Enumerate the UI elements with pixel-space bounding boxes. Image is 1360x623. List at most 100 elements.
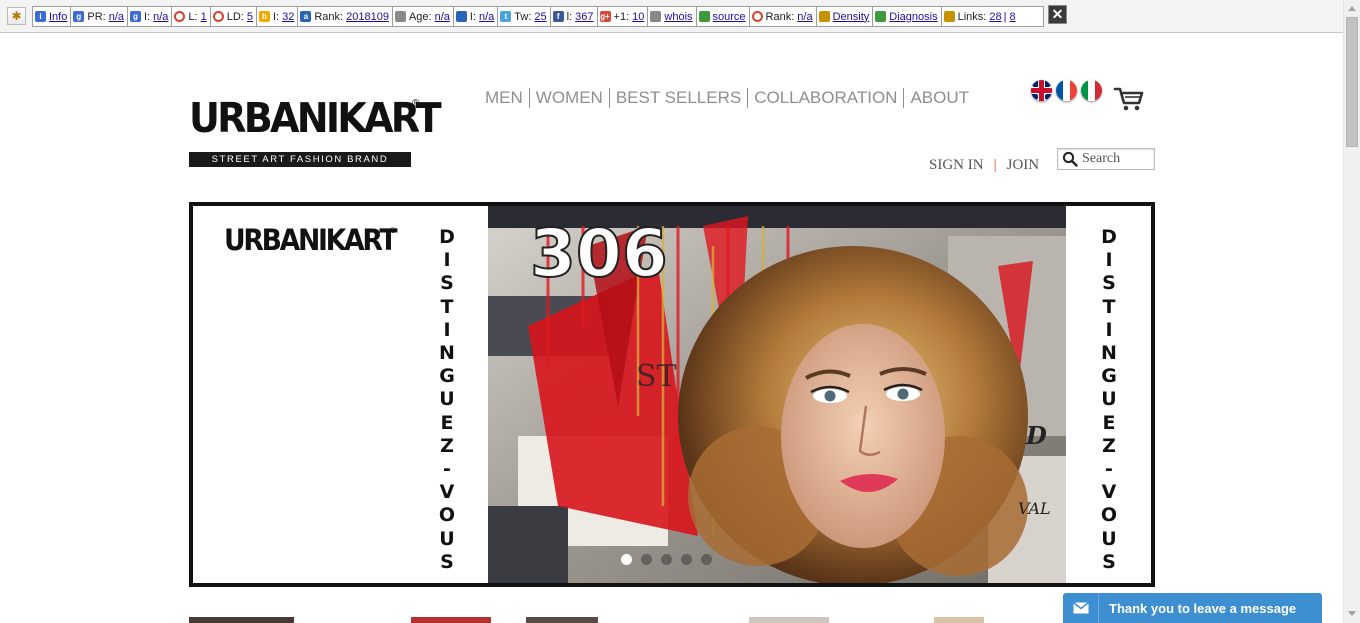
age-icon bbox=[394, 11, 406, 22]
nav-item-best-sellers[interactable]: BEST SELLERS bbox=[608, 88, 747, 108]
toolbar-metric-link[interactable]: n/a bbox=[153, 11, 168, 23]
nav-item-collaboration[interactable]: COLLABORATION bbox=[747, 88, 903, 108]
toolbar-metric-link[interactable]: 5 bbox=[247, 11, 253, 23]
toolbar-metric-link[interactable]: Info bbox=[49, 11, 67, 23]
whois-icon bbox=[650, 11, 662, 22]
flag-uk-icon[interactable] bbox=[1031, 80, 1052, 101]
toolbar-metric-link[interactable]: Density bbox=[833, 11, 870, 23]
toolbar-metric-link[interactable]: 10 bbox=[632, 11, 644, 23]
toolbar-metric-link[interactable]: 28 bbox=[989, 11, 1001, 23]
slogan-letter: I bbox=[443, 249, 451, 272]
slogan-letter: E bbox=[1102, 411, 1116, 434]
nav-item-about[interactable]: ABOUT bbox=[903, 88, 975, 108]
toolbar-segment: g PR: n/a bbox=[71, 7, 128, 26]
toolbar-metric-label: Links: bbox=[957, 10, 987, 23]
toolbar-metric-link[interactable]: n/a bbox=[109, 11, 124, 23]
toolbar-metric-label: Age: bbox=[408, 10, 432, 23]
product-thumbnail[interactable] bbox=[189, 617, 294, 623]
search-icon[interactable] bbox=[1058, 149, 1082, 169]
account-links: SIGN IN | JOIN bbox=[929, 157, 1039, 174]
envelope-icon bbox=[1063, 593, 1099, 623]
nav-item-women[interactable]: WOMEN bbox=[528, 88, 609, 108]
language-switcher bbox=[1031, 80, 1102, 101]
join-link[interactable]: JOIN bbox=[1007, 157, 1040, 174]
scroll-up-arrow-icon[interactable] bbox=[1348, 6, 1356, 11]
toolbar-segment: g+ +1: 10 bbox=[598, 7, 649, 26]
toolbar-segment: t Tw: 25 bbox=[498, 7, 551, 26]
slogan-letter: N bbox=[1101, 342, 1117, 365]
toolbar-metric-link[interactable]: source bbox=[713, 11, 746, 23]
links-gear-icon bbox=[943, 11, 955, 22]
slogan-letter: U bbox=[1101, 388, 1117, 411]
flag-fr-icon[interactable] bbox=[1056, 80, 1077, 101]
toolbar-segment: Rank: n/a bbox=[750, 7, 817, 26]
banner-artwork-image: 306 ST D VAL bbox=[488, 206, 1066, 583]
toolbar-segment: source bbox=[697, 7, 750, 26]
facebook-icon: f bbox=[552, 11, 564, 22]
toolbar-metric-link[interactable]: 2018109 bbox=[346, 11, 389, 23]
toolbar-settings-gear-icon[interactable]: ✱ bbox=[7, 7, 26, 25]
toolbar-segment: g I: n/a bbox=[128, 7, 173, 26]
shopping-cart-icon[interactable] bbox=[1113, 84, 1145, 112]
google-index-icon: g bbox=[130, 11, 141, 22]
logo-registered-mark: ® bbox=[412, 98, 420, 109]
toolbar-segment: Diagnosis bbox=[873, 7, 942, 26]
toolbar-segment: Links: 28 | 8 bbox=[942, 7, 1019, 26]
slogan-letter: E bbox=[440, 411, 454, 434]
toolbar-metric-label: I: bbox=[469, 10, 476, 23]
twitter-icon: t bbox=[500, 11, 512, 22]
slide-dot[interactable] bbox=[641, 554, 652, 565]
slogan-letter: V bbox=[1101, 481, 1117, 504]
scroll-down-arrow-icon[interactable] bbox=[1348, 611, 1356, 616]
sign-in-link[interactable]: SIGN IN bbox=[929, 157, 984, 174]
product-thumbnail[interactable] bbox=[411, 617, 491, 623]
product-thumbnail[interactable] bbox=[749, 617, 829, 623]
vertical-scrollbar[interactable] bbox=[1343, 0, 1360, 623]
slogan-letter: G bbox=[1101, 365, 1117, 388]
search-input[interactable] bbox=[1082, 151, 1152, 167]
toolbar-metric-link[interactable]: n/a bbox=[435, 11, 450, 23]
toolbar-metric-link[interactable]: 367 bbox=[575, 11, 593, 23]
main-navigation: MEN WOMEN BEST SELLERS COLLABORATION ABOUT bbox=[485, 88, 975, 108]
banner-logo-registered-mark: ® bbox=[390, 226, 396, 235]
alexa-icon: a bbox=[300, 11, 312, 22]
scrollbar-thumb[interactable] bbox=[1346, 17, 1358, 147]
slide-dot[interactable] bbox=[701, 554, 712, 565]
nav-item-men[interactable]: MEN bbox=[485, 88, 529, 108]
toolbar-metric-link[interactable]: whois bbox=[664, 11, 692, 23]
toolbar-segment: LD: 5 bbox=[211, 7, 257, 26]
toolbar-metric-link[interactable]: n/a bbox=[479, 11, 494, 23]
toolbar-metric-label: LD: bbox=[226, 10, 244, 23]
source-icon bbox=[698, 11, 710, 22]
toolbar-metric-link[interactable]: n/a bbox=[797, 11, 812, 23]
toolbar-metric-label: I: bbox=[144, 10, 151, 23]
toolbar-metric-link[interactable]: 32 bbox=[282, 11, 294, 23]
links-circle-icon bbox=[174, 11, 186, 22]
toolbar-close-button[interactable]: ✕ bbox=[1048, 5, 1067, 24]
toolbar-metric-link[interactable]: 8 bbox=[1009, 11, 1015, 23]
slogan-letter: Z bbox=[440, 434, 454, 457]
info-icon: i bbox=[35, 11, 46, 22]
toolbar-metric-link[interactable]: 1 bbox=[201, 11, 207, 23]
product-thumbnail[interactable] bbox=[526, 617, 598, 623]
chat-widget-button[interactable]: Thank you to leave a message bbox=[1063, 593, 1322, 623]
hero-banner[interactable]: URBANIKART ® DISTINGUEZ-VOUS DISTINGUEZ-… bbox=[189, 202, 1155, 587]
googleplus-icon: g+ bbox=[599, 11, 611, 22]
slogan-letter: S bbox=[440, 550, 454, 573]
slogan-letter: O bbox=[1100, 504, 1118, 527]
product-thumbnail[interactable] bbox=[934, 617, 984, 623]
slogan-letter: T bbox=[440, 295, 454, 318]
slogan-letter: Z bbox=[1102, 434, 1116, 457]
flag-it-icon[interactable] bbox=[1081, 80, 1102, 101]
slide-dot[interactable] bbox=[621, 554, 632, 565]
toolbar-metric-link[interactable]: 25 bbox=[534, 11, 546, 23]
site-logo[interactable]: URBANIKART ® STREET ART FASHION BRAND bbox=[189, 92, 442, 168]
slogan-letter: G bbox=[439, 365, 455, 388]
toolbar-metric-label: l: bbox=[566, 10, 573, 23]
slogan-letter: S bbox=[440, 272, 454, 295]
slide-dot[interactable] bbox=[681, 554, 692, 565]
slogan-letter: I bbox=[443, 318, 451, 341]
slide-dot[interactable] bbox=[661, 554, 672, 565]
toolbar-segment: i Info bbox=[33, 7, 72, 26]
toolbar-metric-link[interactable]: Diagnosis bbox=[889, 11, 937, 23]
